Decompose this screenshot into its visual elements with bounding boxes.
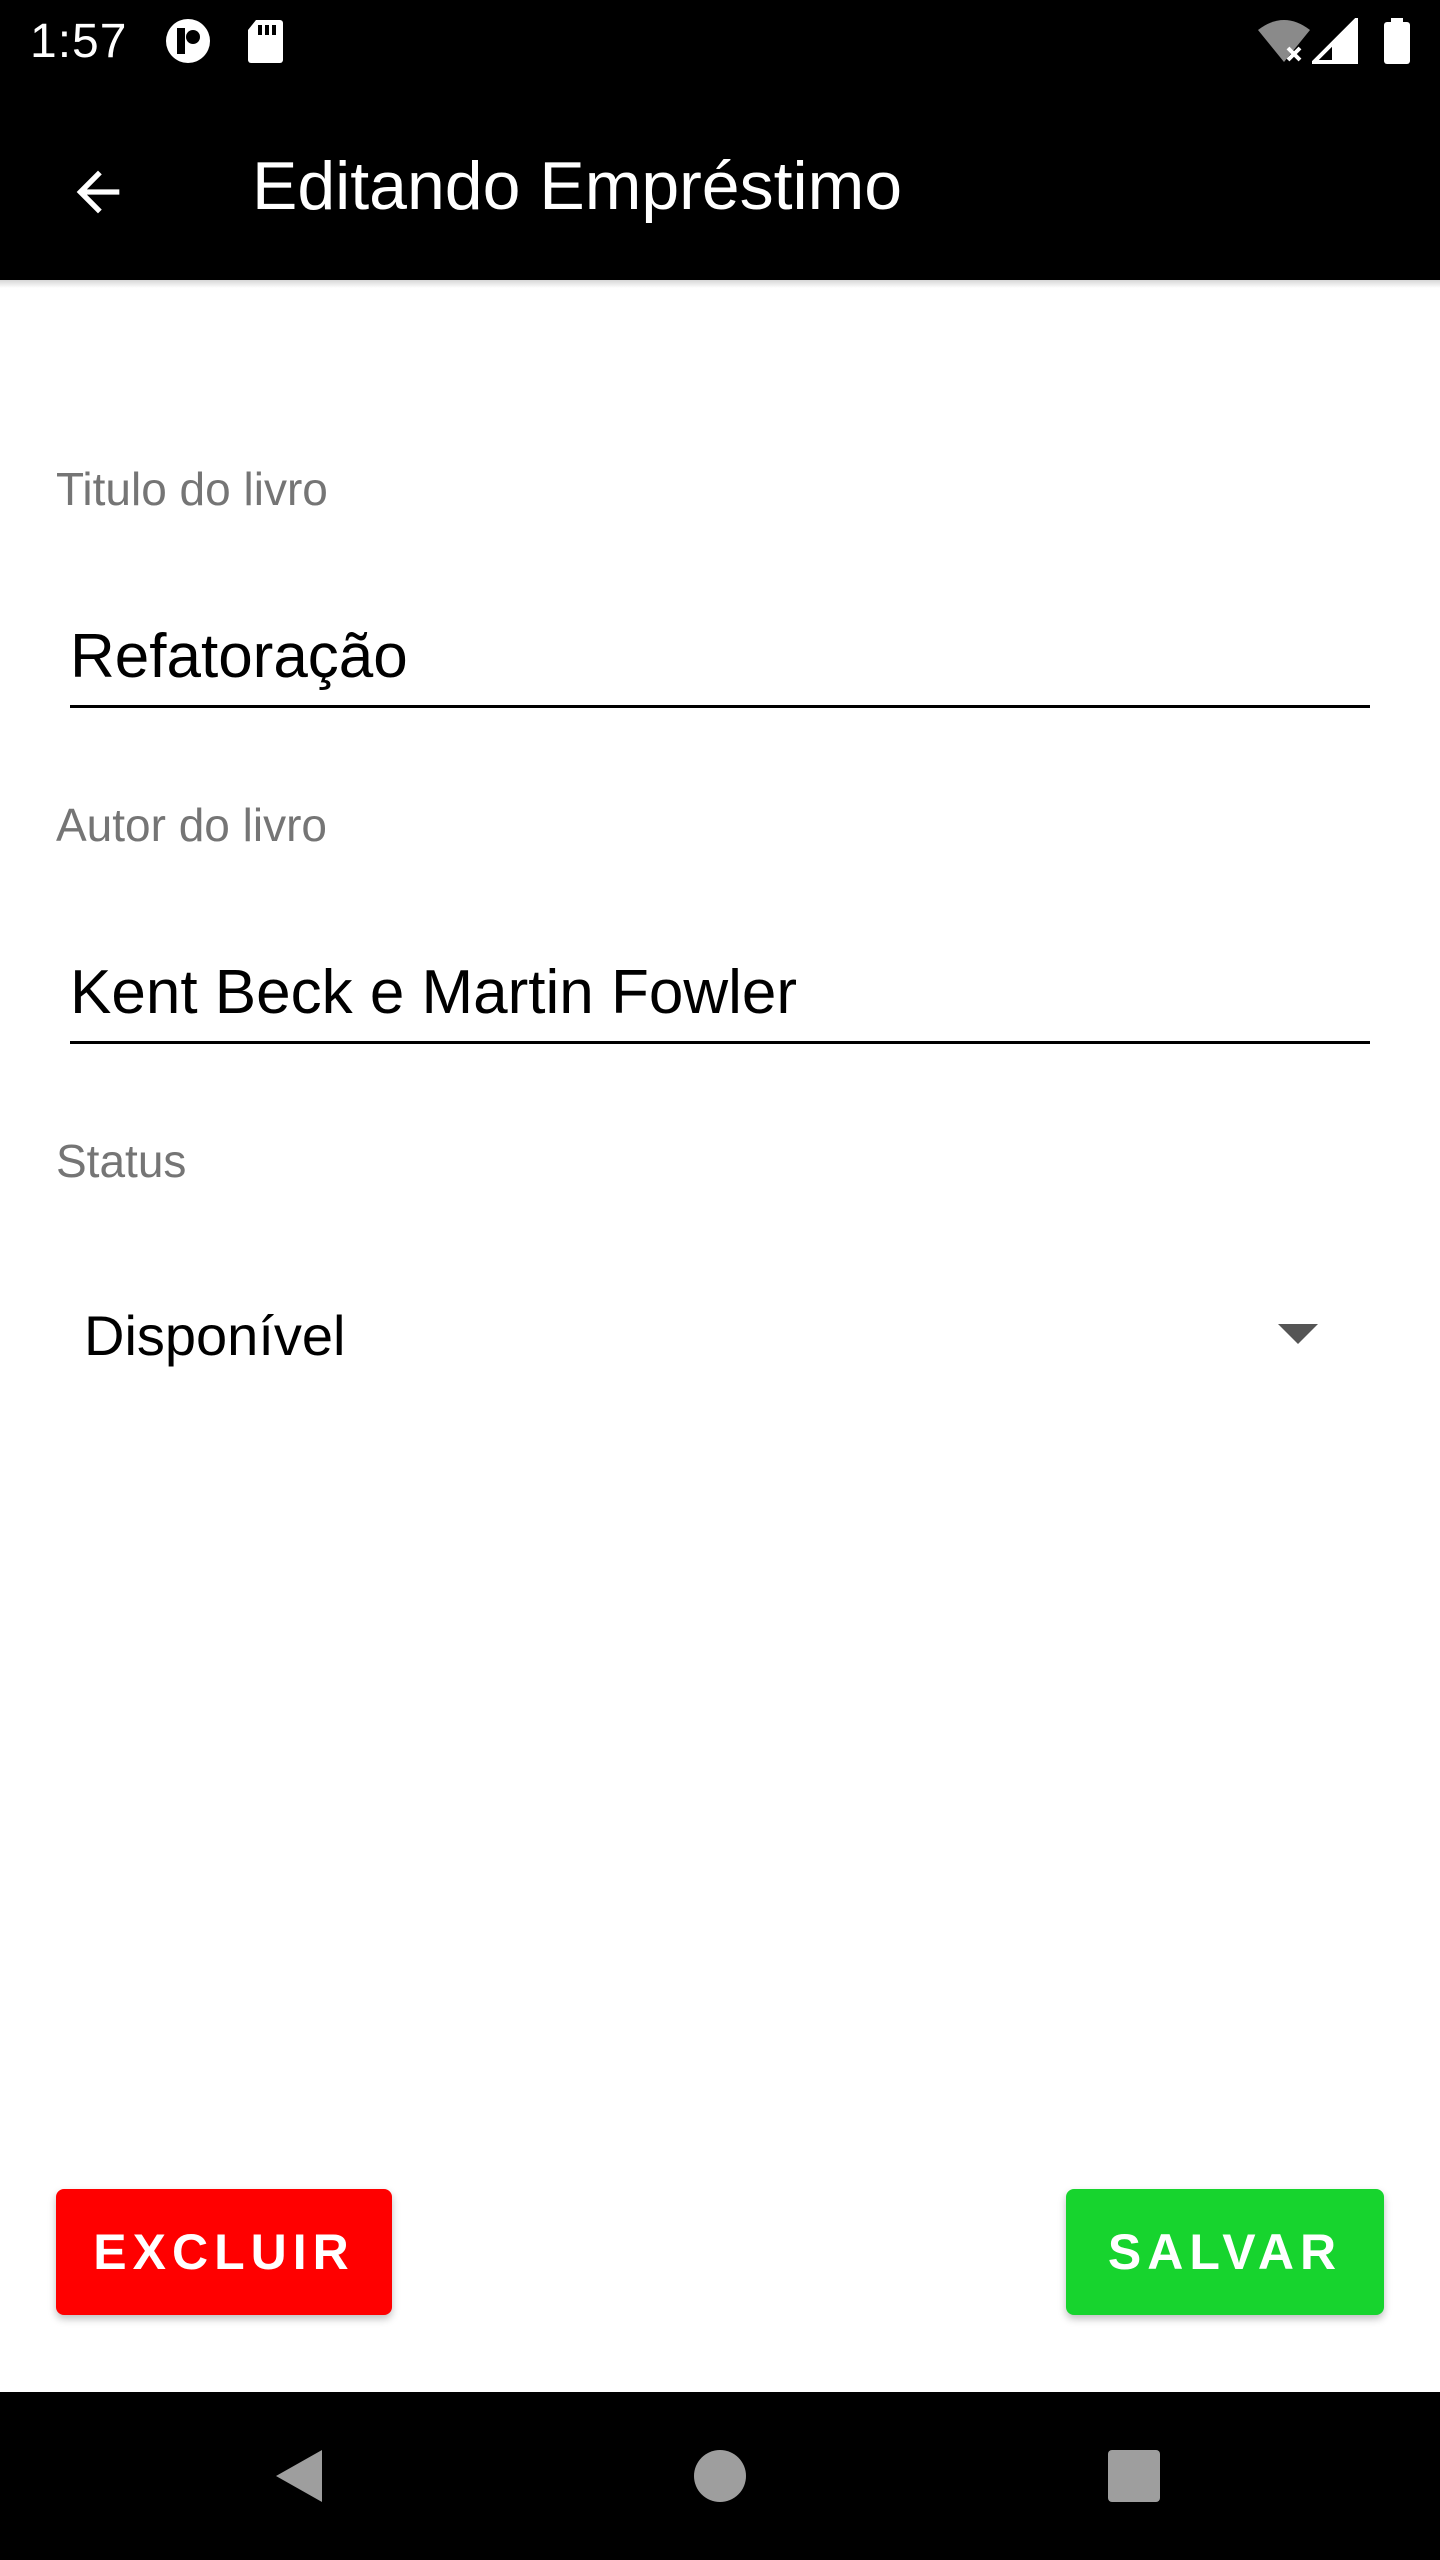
author-field-label: Autor do livro (56, 799, 328, 851)
notification-app-icon (166, 19, 210, 63)
dropdown-arrow-icon (1278, 1324, 1318, 1344)
status-field-label: Status (56, 1135, 187, 1187)
screen: 1:57 Editando Empréstimo Titulo do livro… (0, 0, 1440, 2560)
signal-icon (1312, 18, 1358, 64)
nav-back-button[interactable] (240, 2416, 360, 2536)
nav-home-icon (694, 2450, 746, 2502)
title-input[interactable] (70, 608, 1370, 708)
save-button[interactable]: SALVAR (1066, 2189, 1384, 2315)
sd-card-icon (248, 20, 283, 63)
back-button[interactable] (40, 134, 156, 250)
wifi-off-icon (1258, 20, 1310, 62)
delete-button[interactable]: EXCLUIR (56, 2189, 392, 2315)
status-bar: 1:57 (0, 0, 1440, 84)
nav-bar (0, 2392, 1440, 2560)
nav-recents-button[interactable] (1074, 2416, 1194, 2536)
nav-home-button[interactable] (660, 2416, 780, 2536)
battery-icon (1384, 18, 1410, 64)
status-time: 1:57 (30, 15, 128, 68)
page-title: Editando Empréstimo (252, 148, 903, 224)
nav-back-icon (276, 2450, 322, 2502)
status-selected-value: Disponível (84, 1304, 346, 1367)
author-input[interactable] (70, 944, 1370, 1044)
app-bar: Editando Empréstimo (0, 84, 1440, 280)
app-bar-shadow (0, 280, 1440, 288)
nav-recents-icon (1108, 2450, 1160, 2502)
status-dropdown[interactable]: Disponível (56, 1280, 1346, 1390)
title-field-label: Titulo do livro (56, 463, 328, 515)
arrow-back-icon (76, 170, 120, 214)
